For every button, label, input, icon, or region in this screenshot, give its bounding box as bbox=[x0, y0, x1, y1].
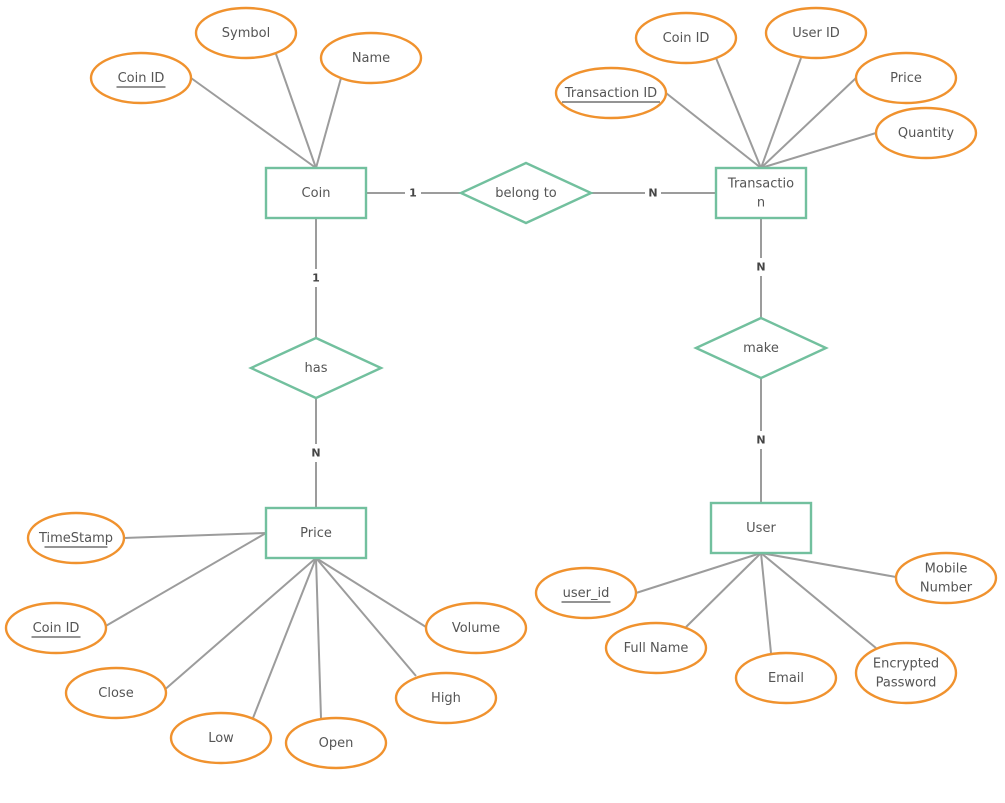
attribute-connector bbox=[252, 557, 317, 719]
attribute-label: Coin ID bbox=[118, 71, 165, 86]
attribute-price-open[interactable]: Open bbox=[284, 716, 388, 770]
attribute-user-full-name[interactable]: Full Name bbox=[604, 621, 708, 675]
attribute-connector bbox=[760, 57, 802, 169]
attribute-label: Low bbox=[208, 731, 234, 746]
attribute-label: User ID bbox=[792, 26, 840, 41]
attribute-label: Volume bbox=[452, 621, 500, 636]
attribute-user-encrypted-password[interactable]: Encrypted Password bbox=[854, 641, 958, 705]
attribute-connector bbox=[275, 53, 317, 169]
attribute-ellipse[interactable] bbox=[854, 641, 958, 705]
attribute-connector bbox=[760, 552, 897, 578]
attribute-connector bbox=[161, 557, 317, 693]
attribute-price-coin-id[interactable]: Coin ID bbox=[4, 601, 108, 655]
cardinality-label: 1 bbox=[312, 272, 320, 285]
relationship-has[interactable]: has bbox=[248, 336, 384, 400]
attribute-connector bbox=[315, 557, 417, 677]
attribute-connector bbox=[760, 552, 877, 649]
attribute-coin-coin-id[interactable]: Coin ID bbox=[89, 51, 193, 105]
cardinality-label: 1 bbox=[409, 187, 417, 200]
attribute-connector bbox=[635, 552, 762, 594]
attribute-label: Email bbox=[768, 671, 804, 686]
attribute-label: TimeStamp bbox=[38, 531, 113, 546]
attribute-price-low[interactable]: Low bbox=[169, 711, 273, 765]
attribute-label: Coin ID bbox=[663, 31, 710, 46]
entity-label: Coin bbox=[302, 186, 331, 201]
attribute-connector bbox=[123, 532, 267, 539]
cardinality-label: N bbox=[756, 261, 765, 274]
attribute-user-user-id[interactable]: user_id bbox=[534, 566, 638, 620]
attribute-label: Quantity bbox=[898, 126, 954, 141]
attribute-connector bbox=[760, 552, 772, 654]
cardinality-label: N bbox=[648, 187, 657, 200]
relationship-label: has bbox=[305, 361, 328, 376]
entity-price[interactable]: Price bbox=[264, 506, 368, 560]
attribute-label: High bbox=[431, 691, 461, 706]
attribute-transaction-transaction-id[interactable]: Transaction ID bbox=[554, 66, 668, 120]
attribute-transaction-user-id[interactable]: User ID bbox=[764, 6, 868, 60]
relationship-label: belong to bbox=[495, 186, 557, 201]
entity-label: Price bbox=[300, 526, 332, 541]
relationship-label: make bbox=[743, 341, 779, 356]
entity-user[interactable]: User bbox=[709, 501, 813, 555]
attribute-connector bbox=[315, 77, 342, 169]
entity-label: User bbox=[746, 521, 776, 536]
attribute-label: user_id bbox=[563, 586, 610, 601]
attribute-connector bbox=[665, 92, 762, 169]
entity-transaction[interactable]: Transactio n bbox=[714, 166, 808, 220]
attribute-label: Full Name bbox=[624, 641, 689, 656]
relationship-make[interactable]: make bbox=[693, 316, 829, 380]
attribute-label: Price bbox=[890, 71, 922, 86]
attribute-label: Transaction ID bbox=[564, 86, 657, 101]
attribute-coin-name[interactable]: Name bbox=[319, 31, 423, 85]
attribute-connector bbox=[103, 532, 267, 628]
er-diagram-canvas: Coin ID Symbol Name Transaction ID Coin ID Us… bbox=[4, 6, 998, 770]
attribute-transaction-coin-id[interactable]: Coin ID bbox=[634, 11, 738, 65]
attribute-transaction-price[interactable]: Price bbox=[854, 51, 958, 105]
relationship-belong-to[interactable]: belong to bbox=[458, 161, 594, 225]
cardinality-label: N bbox=[311, 447, 320, 460]
attribute-price-close[interactable]: Close bbox=[64, 666, 168, 720]
attribute-coin-symbol[interactable]: Symbol bbox=[194, 6, 298, 60]
attribute-price-timestamp[interactable]: TimeStamp bbox=[26, 511, 126, 565]
attribute-label: Open bbox=[319, 736, 354, 751]
attribute-user-mobile-number[interactable]: Mobile Number bbox=[894, 551, 998, 605]
attribute-connector bbox=[190, 77, 317, 169]
attribute-label: Name bbox=[352, 51, 390, 66]
attribute-label: Coin ID bbox=[33, 621, 80, 636]
attribute-connector bbox=[315, 557, 322, 719]
attribute-label: Close bbox=[98, 686, 133, 701]
attribute-transaction-quantity[interactable]: Quantity bbox=[874, 106, 978, 160]
attribute-price-volume[interactable]: Volume bbox=[424, 601, 528, 655]
attribute-price-high[interactable]: High bbox=[394, 671, 498, 725]
attribute-connector bbox=[315, 557, 427, 628]
shape-layer: Coin ID Symbol Name Transaction ID Coin ID Us… bbox=[4, 6, 998, 770]
attribute-label: Symbol bbox=[222, 26, 270, 41]
attribute-user-email[interactable]: Email bbox=[734, 651, 838, 705]
entity-coin[interactable]: Coin bbox=[264, 166, 368, 220]
cardinality-label: N bbox=[756, 434, 765, 447]
